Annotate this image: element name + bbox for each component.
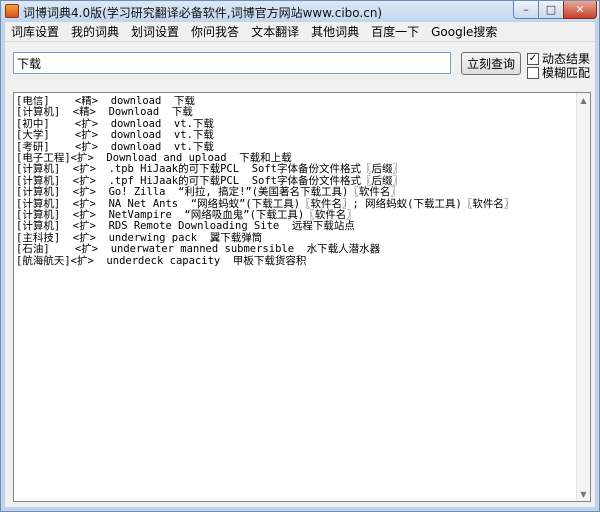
results-panel[interactable]: [电信] <精> download 下载 [计算机] <精> Download … [13, 92, 591, 502]
window-title: 词博词典4.0版(学习研究翻译必备软件,词博官方网站www.cibo.cn) [23, 6, 383, 20]
menu-qita-cidian[interactable]: 其他词典 [305, 23, 365, 40]
result-line[interactable]: [大学] <扩> download vt.下载 [16, 129, 576, 141]
search-input[interactable] [13, 52, 451, 74]
maximize-button[interactable]: □ [538, 1, 564, 19]
main-panel: 立刻查询 ✓ 动态结果 模糊匹配 [电信] <精> download 下载 [计… [5, 42, 595, 507]
title-bar[interactable]: 词博词典4.0版(学习研究翻译必备软件,词博官方网站www.cibo.cn) –… [1, 1, 599, 21]
menu-google-search[interactable]: Google搜索 [425, 23, 503, 40]
maximize-icon: □ [545, 3, 557, 16]
result-line[interactable]: [计算机] <扩> Go! Zilla “利拉, 搞定!”(美国著名下载工具)〖… [16, 186, 576, 198]
menu-baidu[interactable]: 百度一下 [365, 23, 425, 40]
menu-ciku-shezhi[interactable]: 词库设置 [5, 23, 65, 40]
results-list: [电信] <精> download 下载 [计算机] <精> Download … [16, 96, 576, 499]
menu-huaci-shezhi[interactable]: 划词设置 [125, 23, 185, 40]
query-button[interactable]: 立刻查询 [461, 52, 521, 75]
minimize-button[interactable]: – [513, 1, 539, 19]
checkmark-icon: ✓ [528, 52, 538, 64]
fuzzy-match-option[interactable]: 模糊匹配 [527, 66, 591, 80]
dynamic-results-checkbox[interactable]: ✓ [527, 52, 539, 65]
result-line[interactable]: [石油] <扩> underwater manned submersible 水… [16, 243, 576, 255]
minimize-icon: – [523, 3, 529, 16]
menu-bar: 词库设置 我的词典 划词设置 你问我答 文本翻译 其他词典 百度一下 Googl… [5, 22, 595, 42]
close-button[interactable]: ✕ [563, 1, 597, 19]
vertical-scrollbar[interactable]: ▲ ▼ [576, 93, 590, 501]
menu-wenben-fanyi[interactable]: 文本翻译 [245, 23, 305, 40]
fuzzy-match-label: 模糊匹配 [542, 66, 591, 80]
scroll-down-icon[interactable]: ▼ [577, 487, 590, 501]
menu-wode-cidian[interactable]: 我的词典 [65, 23, 125, 40]
app-window: 词博词典4.0版(学习研究翻译必备软件,词博官方网站www.cibo.cn) –… [0, 0, 600, 512]
menu-niwen-woda[interactable]: 你问我答 [185, 23, 245, 40]
scroll-up-icon[interactable]: ▲ [577, 93, 590, 107]
fuzzy-match-checkbox[interactable] [527, 66, 539, 79]
app-icon [5, 4, 19, 18]
close-icon: ✕ [575, 3, 585, 16]
result-line[interactable]: [航海航天]<扩> underdeck capacity 甲板下载货容积 [16, 255, 576, 267]
